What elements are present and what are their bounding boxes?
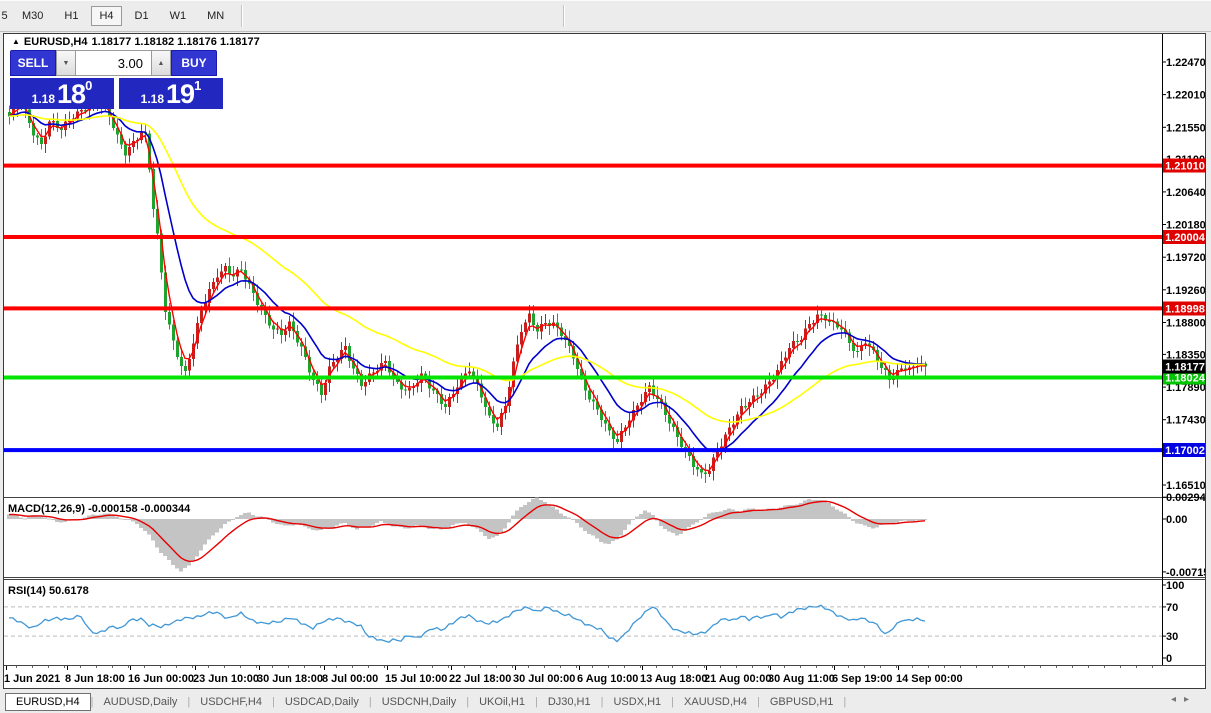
symbol-tab-eurusd[interactable]: EURUSD,H4: [5, 693, 91, 711]
svg-text:1.17002: 1.17002: [1165, 445, 1205, 457]
svg-text:30 Jun 18:00: 30 Jun 18:00: [257, 673, 323, 685]
svg-text:1.20004: 1.20004: [1165, 232, 1205, 244]
price-axis[interactable]: 1.224701.220101.215501.211001.206401.201…: [1162, 34, 1205, 665]
svg-text:21 Aug 00:00: 21 Aug 00:00: [704, 673, 771, 685]
hline-1.17002[interactable]: [4, 448, 1162, 452]
svg-text:6 Sep 19:00: 6 Sep 19:00: [832, 673, 893, 685]
tab-scroll-right-button[interactable]: ▸: [1184, 694, 1197, 705]
svg-text:8 Jul 00:00: 8 Jul 00:00: [322, 673, 378, 685]
current-price-tag: 1.18177: [1163, 360, 1205, 374]
svg-text:1.20180: 1.20180: [1166, 220, 1205, 232]
svg-text:30 Aug 11:00: 30 Aug 11:00: [768, 673, 835, 685]
svg-text:1.18177: 1.18177: [1165, 362, 1205, 374]
symbol-tab-usdx[interactable]: USDX,H1: [603, 693, 671, 711]
bid-prefix: 1.18: [32, 92, 55, 106]
timeframe-button-h1[interactable]: H1: [56, 6, 86, 26]
svg-text:1.18998: 1.18998: [1165, 303, 1205, 315]
svg-text:1.17430: 1.17430: [1166, 415, 1205, 427]
svg-text:22 Jul 18:00: 22 Jul 18:00: [449, 673, 511, 685]
symbol-tab-usdcad[interactable]: USDCAD,Daily: [275, 693, 369, 711]
collapse-icon[interactable]: ▲: [12, 37, 20, 46]
tab-scroll-left-button[interactable]: ◂: [1171, 694, 1184, 705]
toolbar-separator: [241, 5, 243, 27]
sell-price-display[interactable]: 1.18 18 0: [10, 78, 114, 109]
svg-text:100: 100: [1166, 580, 1184, 592]
spin-down-icon: ▼: [63, 60, 70, 67]
symbol-tab-xauusd[interactable]: XAUUSD,H4: [674, 693, 757, 711]
svg-text:0.00: 0.00: [1166, 514, 1187, 526]
hline-1.18024[interactable]: [4, 376, 1162, 380]
toolbar-separator: [563, 5, 565, 27]
svg-text:30: 30: [1166, 631, 1178, 643]
timeframe-button-h4[interactable]: H4: [91, 6, 121, 26]
rsi-label: RSI(14) 50.6178: [8, 585, 89, 597]
bid-big-digits: 18: [57, 83, 85, 106]
timeframe-button-d1[interactable]: D1: [127, 6, 157, 26]
svg-text:1.19260: 1.19260: [1166, 285, 1205, 297]
svg-text:-0.007151: -0.007151: [1166, 567, 1205, 579]
price-tag-1.17002: 1.17002: [1163, 443, 1205, 457]
svg-text:1.21010: 1.21010: [1165, 161, 1205, 173]
svg-text:1.22010: 1.22010: [1166, 90, 1205, 102]
svg-text:0: 0: [1166, 653, 1172, 665]
spin-up-icon: ▲: [158, 60, 165, 67]
svg-text:8 Jun 18:00: 8 Jun 18:00: [65, 673, 125, 685]
tab-scroll-buttons: ◂▸: [1171, 694, 1197, 705]
volume-decrease-button[interactable]: ▼: [56, 50, 76, 76]
svg-text:1.21550: 1.21550: [1166, 122, 1205, 134]
svg-text:15 Jul 10:00: 15 Jul 10:00: [385, 673, 447, 685]
price-tag-1.21010: 1.21010: [1163, 159, 1205, 173]
timeframe-button-w1[interactable]: W1: [162, 6, 195, 26]
sell-button[interactable]: SELL: [10, 50, 56, 76]
svg-text:30 Jul 00:00: 30 Jul 00:00: [513, 673, 575, 685]
svg-text:1.22470: 1.22470: [1166, 57, 1205, 69]
timeframe-button-mn[interactable]: MN: [199, 6, 232, 26]
symbol-tab-audusd[interactable]: AUDUSD,Daily: [93, 693, 187, 711]
svg-text:1.18350: 1.18350: [1166, 349, 1205, 361]
svg-text:23 Jun 10:00: 23 Jun 10:00: [193, 673, 259, 685]
chart-title: ▲ EURUSD,H4 1.18177 1.18182 1.18176 1.1817…: [12, 36, 264, 48]
buy-price-display[interactable]: 1.18 19 1: [119, 78, 223, 109]
timeframe-toolbar: 5M30H1H4 D1W1MN: [0, 0, 1211, 32]
symbol-tab-bar: EURUSD,H4|AUDUSD,Daily|USDCHF,H4|USDCAD,…: [0, 690, 1211, 713]
buy-button[interactable]: BUY: [171, 50, 217, 76]
hline-1.21010[interactable]: [4, 164, 1162, 168]
chart-symbol-label: EURUSD,H4: [24, 36, 88, 48]
svg-text:1.18024: 1.18024: [1165, 373, 1205, 385]
tab-separator: |: [843, 696, 846, 708]
svg-text:1.19720: 1.19720: [1166, 252, 1205, 264]
volume-increase-button[interactable]: ▲: [151, 50, 171, 76]
ask-pipette: 1: [194, 80, 201, 92]
volume-input[interactable]: 3.00: [76, 50, 151, 76]
hline-1.20004[interactable]: [4, 235, 1162, 239]
price-tag-1.20004: 1.20004: [1163, 230, 1205, 244]
svg-text:13 Aug 18:00: 13 Aug 18:00: [640, 673, 707, 685]
hline-1.18998[interactable]: [4, 306, 1162, 310]
svg-text:6 Aug 10:00: 6 Aug 10:00: [577, 673, 638, 685]
timeframe-button-m30[interactable]: M30: [14, 6, 51, 26]
symbol-tab-usdcnh[interactable]: USDCNH,Daily: [372, 693, 467, 711]
one-click-trading-panel: SELL ▼ 3.00 ▲ BUY 1.18 18 0 1.18 19 1: [10, 50, 223, 109]
bid-pipette: 0: [85, 80, 92, 92]
timeframe-button-5[interactable]: 5: [0, 6, 9, 26]
chart-canvas[interactable]: 1.224701.220101.215501.211001.206401.201…: [4, 34, 1205, 688]
svg-text:1.18800: 1.18800: [1166, 318, 1205, 330]
symbol-tab-ukoil[interactable]: UKOil,H1: [469, 693, 535, 711]
svg-text:1.16510: 1.16510: [1166, 480, 1205, 492]
svg-text:14 Sep 00:00: 14 Sep 00:00: [896, 673, 963, 685]
svg-text:0.002947: 0.002947: [1166, 492, 1205, 504]
symbol-tab-gbpusd[interactable]: GBPUSD,H1: [760, 693, 844, 711]
ask-prefix: 1.18: [141, 92, 164, 106]
macd-label: MACD(12,26,9) -0.000158 -0.000344: [8, 503, 191, 515]
symbol-tab-dj30[interactable]: DJ30,H1: [538, 693, 601, 711]
svg-text:1 Jun 2021: 1 Jun 2021: [4, 673, 60, 685]
svg-text:1.20640: 1.20640: [1166, 187, 1205, 199]
svg-text:16 Jun 00:00: 16 Jun 00:00: [128, 673, 194, 685]
ask-big-digits: 19: [166, 83, 194, 106]
symbol-tab-usdchf[interactable]: USDCHF,H4: [190, 693, 272, 711]
chart-quote-label: 1.18177 1.18182 1.18176 1.18177: [92, 36, 260, 48]
price-tag-1.18998: 1.18998: [1163, 301, 1205, 315]
chart-window: 1.224701.220101.215501.211001.206401.201…: [3, 33, 1206, 689]
svg-text:70: 70: [1166, 602, 1178, 614]
